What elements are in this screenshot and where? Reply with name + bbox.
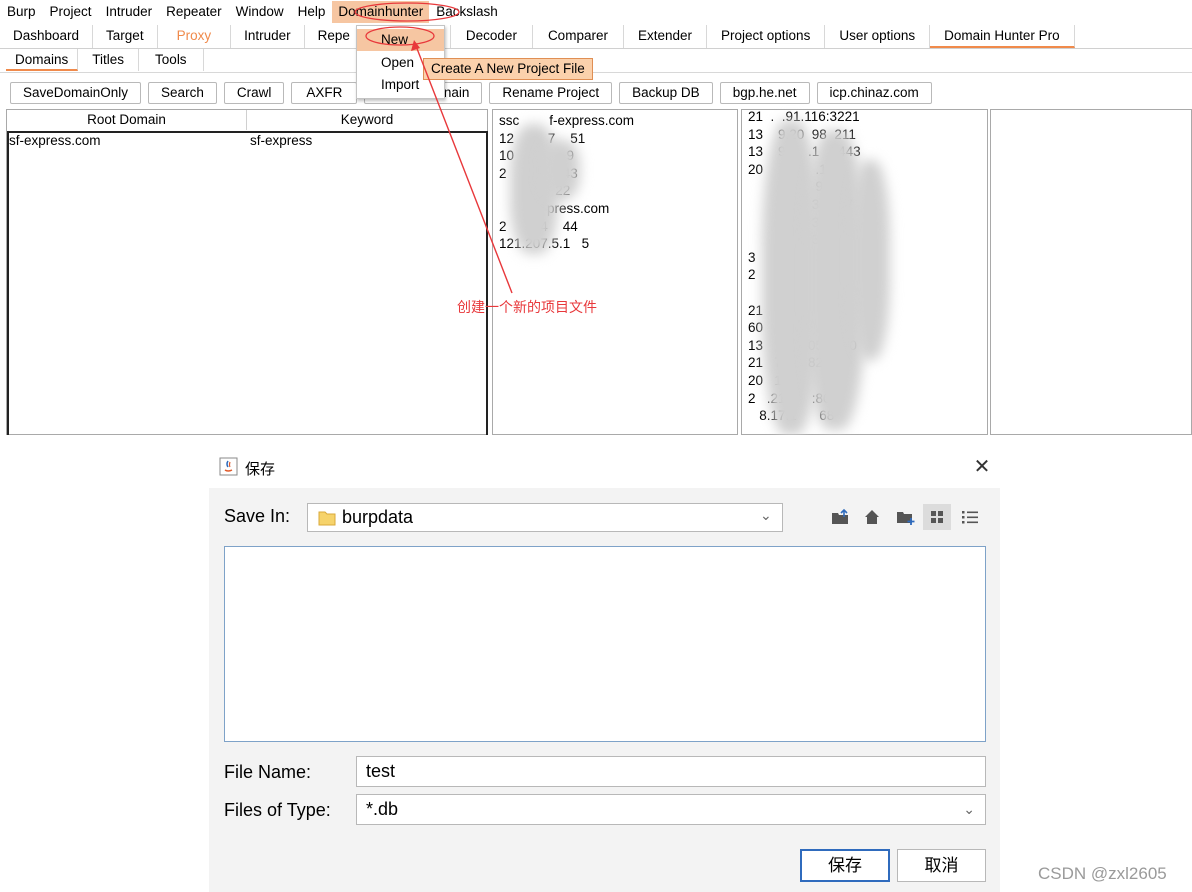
table-row[interactable]: sf-express.com sf-express <box>9 133 479 151</box>
burp-suite-window: Burp Project Intruder Repeater Window He… <box>0 0 1192 435</box>
column-root-domain[interactable]: Root Domain <box>7 110 247 130</box>
up-folder-icon[interactable] <box>829 506 851 528</box>
list-item[interactable]: 21 . .91.116:3221 <box>748 108 861 126</box>
menu-intruder[interactable]: Intruder <box>99 1 160 23</box>
folder-icon <box>318 511 336 526</box>
tooltip: Create A New Project File <box>423 58 593 80</box>
domain-table-header: Root Domain Keyword <box>7 110 487 130</box>
tab-extender[interactable]: Extender <box>624 25 708 48</box>
tab-target[interactable]: Target <box>93 25 158 48</box>
list-view-toggle[interactable] <box>923 504 951 530</box>
menu-project[interactable]: Project <box>43 1 99 23</box>
menu-window[interactable]: Window <box>229 1 291 23</box>
save-dialog: 保存 ✕ Save In: burpdata ⌄ File Name: test… <box>209 448 1000 892</box>
extra-panel[interactable] <box>990 109 1192 435</box>
redaction-blur <box>540 140 580 200</box>
files-of-type-value: *.db <box>366 799 399 819</box>
tab-user-options[interactable]: User options <box>825 25 931 48</box>
new-folder-icon[interactable] <box>894 506 916 528</box>
backup-db-button[interactable]: Backup DB <box>619 82 713 104</box>
details-view-icon[interactable] <box>959 506 981 528</box>
search-button[interactable]: Search <box>148 82 217 104</box>
tab-proxy[interactable]: Proxy <box>158 25 232 48</box>
home-icon[interactable] <box>861 506 883 528</box>
files-of-type-select[interactable]: *.db ⌄ <box>356 794 986 825</box>
save-in-select[interactable]: burpdata ⌄ <box>307 503 783 532</box>
tab-domain-hunter-pro[interactable]: Domain Hunter Pro <box>930 25 1075 48</box>
bgp-button[interactable]: bgp.he.net <box>719 82 810 104</box>
file-list[interactable] <box>224 546 986 742</box>
file-name-input[interactable]: test <box>356 756 986 787</box>
column-keyword[interactable]: Keyword <box>247 110 487 130</box>
cell-root-domain: sf-express.com <box>9 133 101 148</box>
tab-intruder[interactable]: Intruder <box>231 25 305 48</box>
grid-view-icon <box>931 511 943 523</box>
dialog-title: 保存 <box>245 461 276 478</box>
files-of-type-label: Files of Type: <box>224 800 331 820</box>
save-in-value: burpdata <box>342 507 414 527</box>
save-domain-only-button[interactable]: SaveDomainOnly <box>10 82 142 104</box>
crawl-button[interactable]: Crawl <box>223 82 285 104</box>
save-in-label: Save In: <box>224 506 291 526</box>
menu-domainhunter[interactable]: Domainhunter <box>332 1 430 23</box>
main-tab-bar: Dashboard Target Proxy Intruder Repe uen… <box>0 25 1075 49</box>
tab-titles[interactable]: Titles <box>78 49 140 71</box>
tab-decoder[interactable]: Decoder <box>451 25 533 48</box>
java-icon <box>219 457 238 476</box>
sub-tab-bar: Domains Titles Tools <box>6 49 204 72</box>
dialog-title-bar: 保存 ✕ <box>209 448 1000 488</box>
save-button[interactable]: 保存 <box>800 849 890 882</box>
cancel-button[interactable]: 取消 <box>897 849 986 882</box>
chevron-down-icon: ⌄ <box>963 801 975 817</box>
menu-help[interactable]: Help <box>291 1 333 23</box>
menu-repeater[interactable]: Repeater <box>159 1 229 23</box>
watermark: CSDN @zxl2605 <box>1038 864 1167 883</box>
menu-burp[interactable]: Burp <box>0 1 43 23</box>
menu-backslash[interactable]: Backslash <box>429 1 505 23</box>
rename-project-button[interactable]: Rename Project <box>489 82 613 104</box>
file-name-label: File Name: <box>224 762 312 782</box>
tab-project-options[interactable]: Project options <box>707 25 826 48</box>
sub-tab-divider <box>0 72 1192 73</box>
axfr-button[interactable]: AXFR <box>291 82 358 104</box>
domain-table-body[interactable] <box>7 131 488 435</box>
cell-keyword: sf-express <box>250 133 313 148</box>
annotation-text: 创建一个新的项目文件 <box>457 299 597 315</box>
toolbar: SaveDomainOnly Search Crawl AXFR nain Re… <box>10 82 932 104</box>
menu-bar: Burp Project Intruder Repeater Window He… <box>0 0 1192 24</box>
tab-dashboard[interactable]: Dashboard <box>0 25 94 48</box>
icp-button[interactable]: icp.chinaz.com <box>816 82 932 104</box>
tab-comparer[interactable]: Comparer <box>533 25 624 48</box>
chevron-down-icon: ⌄ <box>760 507 772 523</box>
redaction-blur <box>850 160 890 360</box>
list-item[interactable]: ssc f-express.com <box>499 112 634 130</box>
tab-tools[interactable]: Tools <box>139 49 204 71</box>
menu-item-new[interactable]: New <box>357 29 444 51</box>
tab-domains[interactable]: Domains <box>6 49 79 71</box>
close-icon[interactable]: ✕ <box>971 456 993 478</box>
